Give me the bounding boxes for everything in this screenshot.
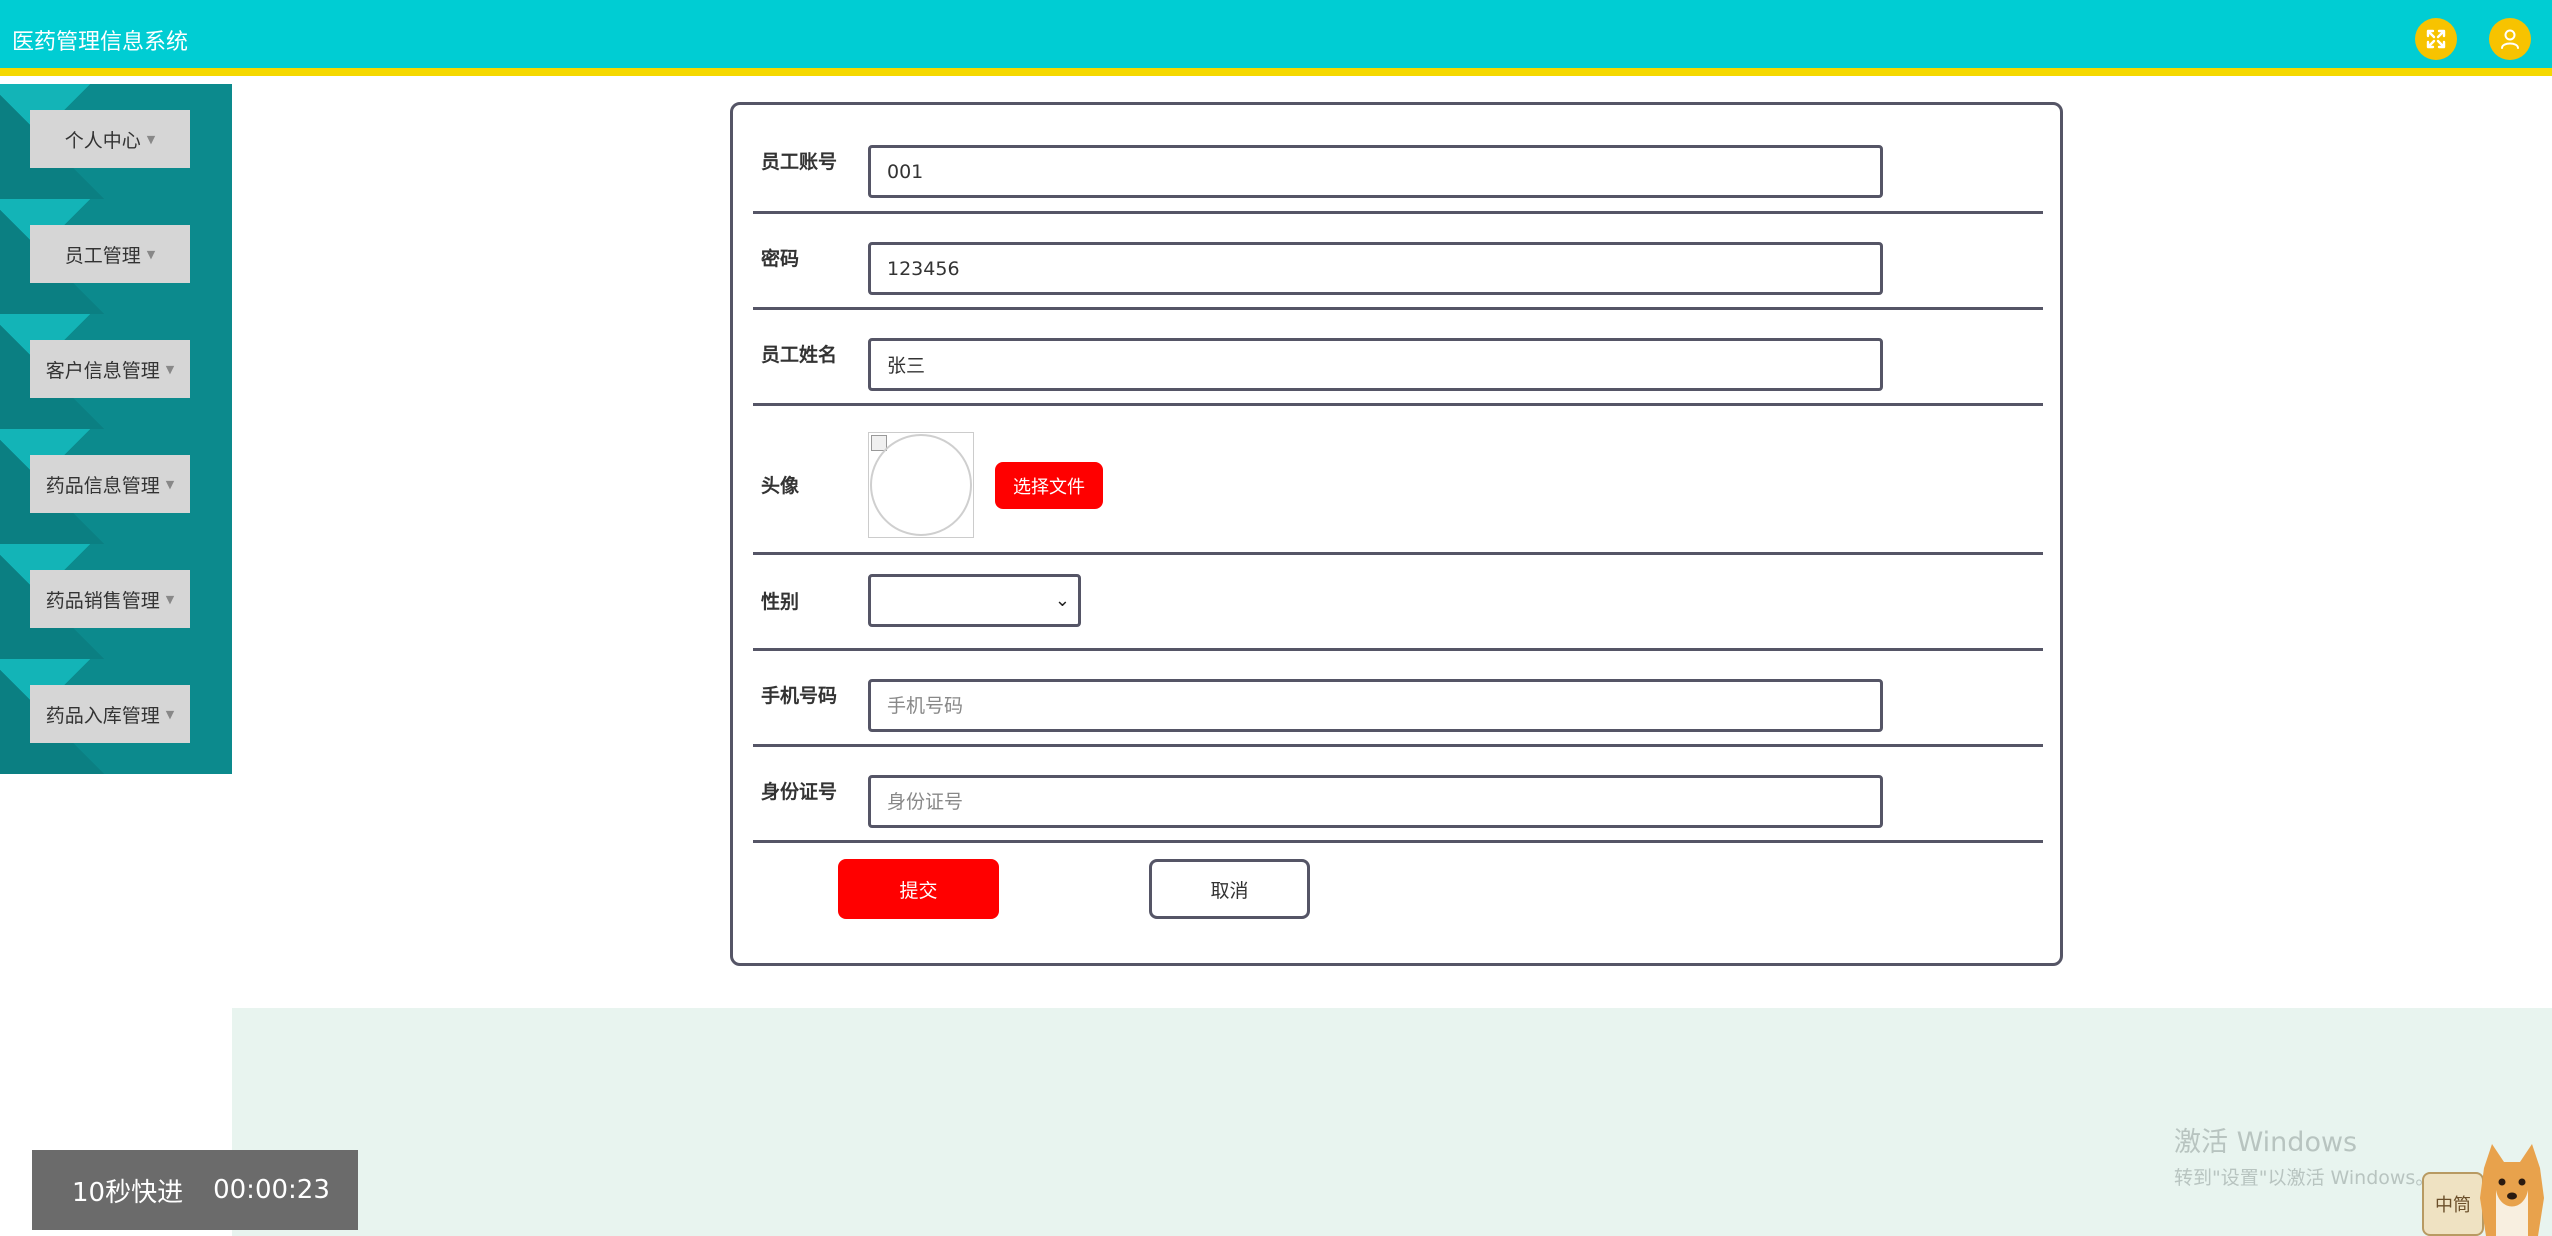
sidebar-item-label: 药品入库管理 xyxy=(45,704,160,727)
fast-forward-label: 10秒快进 xyxy=(72,1177,184,1208)
dog-icon xyxy=(2480,1144,2544,1236)
user-menu-button[interactable] xyxy=(2489,18,2531,60)
fullscreen-icon xyxy=(2426,29,2446,49)
chevron-down-icon: ⌄ xyxy=(1054,590,1070,611)
form-row-password: 密码 xyxy=(753,214,2043,310)
sidebar-item-label: 药品销售管理 xyxy=(45,589,160,612)
password-input[interactable] xyxy=(868,242,1883,295)
sidebar-block: 员工管理 ▼ xyxy=(0,199,232,314)
caret-down-icon: ▼ xyxy=(165,707,175,721)
cancel-button[interactable]: 取消 xyxy=(1149,859,1310,919)
user-icon xyxy=(2501,29,2519,49)
form-row-id-card: 身份证号 xyxy=(753,747,2043,843)
watermark-line1: 激活 Windows xyxy=(2174,1127,2358,1158)
fullscreen-button[interactable] xyxy=(2415,18,2457,60)
form-row-account: 员工账号 xyxy=(753,105,2043,214)
sidebar-block: 个人中心 ▼ xyxy=(0,84,232,199)
playback-overlay: 10秒快进 00:00:23 xyxy=(32,1150,358,1230)
submit-button[interactable]: 提交 xyxy=(838,859,999,919)
phone-label: 手机号码 xyxy=(761,685,838,707)
sidebar-item-drug-sales-management[interactable]: 药品销售管理 ▼ xyxy=(30,570,190,628)
gender-label: 性别 xyxy=(761,591,800,613)
form-row-name: 员工姓名 xyxy=(753,310,2043,406)
caret-down-icon: ▼ xyxy=(165,362,175,376)
sidebar-item-label: 个人中心 xyxy=(64,129,141,152)
avatar-label: 头像 xyxy=(761,475,800,497)
playback-time: 00:00:23 xyxy=(213,1175,330,1205)
form-row-gender: 性别 ⌄ xyxy=(753,555,2043,651)
caret-down-icon: ▼ xyxy=(165,592,175,606)
sidebar-item-customer-management[interactable]: 客户信息管理 ▼ xyxy=(30,340,190,398)
sidebar-item-drug-info-management[interactable]: 药品信息管理 ▼ xyxy=(30,455,190,513)
caret-down-icon: ▼ xyxy=(146,132,156,146)
sidebar-block: 药品信息管理 ▼ xyxy=(0,429,232,544)
password-label: 密码 xyxy=(761,248,800,270)
choose-file-button[interactable]: 选择文件 xyxy=(995,462,1103,509)
top-header: 医药管理信息系统 xyxy=(0,0,2552,76)
account-input[interactable] xyxy=(868,145,1883,198)
sidebar-item-drug-stock-management[interactable]: 药品入库管理 ▼ xyxy=(30,685,190,743)
account-label: 员工账号 xyxy=(761,151,838,173)
sidebar-item-label: 客户信息管理 xyxy=(45,359,160,382)
sidebar-item-employee-management[interactable]: 员工管理 ▼ xyxy=(30,225,190,283)
employee-form: 员工账号 密码 员工姓名 头像 选择文件 性别 ⌄ 手机号码 身份证号 提交 取… xyxy=(730,102,2063,966)
id-card-label: 身份证号 xyxy=(761,781,838,803)
name-label: 员工姓名 xyxy=(761,344,838,366)
app-title: 医药管理信息系统 xyxy=(12,30,189,55)
form-row-phone: 手机号码 xyxy=(753,651,2043,747)
gender-select[interactable]: ⌄ xyxy=(868,574,1081,627)
avatar-preview xyxy=(868,432,974,538)
sidebar-item-label: 药品信息管理 xyxy=(45,474,160,497)
sidebar-item-personal-center[interactable]: 个人中心 ▼ xyxy=(30,110,190,168)
name-input[interactable] xyxy=(868,338,1883,391)
watermark-line2: 转到"设置"以激活 Windows。 xyxy=(2174,1167,2435,1189)
desktop-pet[interactable]: 中筒 xyxy=(2422,1138,2552,1236)
id-card-input[interactable] xyxy=(868,775,1883,828)
windows-activation-watermark: 激活 Windows 转到"设置"以激活 Windows。 xyxy=(2174,1120,2434,1190)
form-row-avatar: 头像 选择文件 xyxy=(753,406,2043,555)
sidebar-block: 药品销售管理 ▼ xyxy=(0,544,232,659)
caret-down-icon: ▼ xyxy=(165,477,175,491)
sidebar-block: 药品入库管理 ▼ xyxy=(0,659,232,774)
phone-input[interactable] xyxy=(868,679,1883,732)
avatar-circle xyxy=(870,434,972,536)
sidebar-block: 客户信息管理 ▼ xyxy=(0,314,232,429)
caret-down-icon: ▼ xyxy=(146,247,156,261)
sidebar-item-label: 员工管理 xyxy=(64,244,141,267)
sidebar: 个人中心 ▼ 员工管理 ▼ 客户信息管理 ▼ 药品信息管理 ▼ 药品销售管理 ▼ xyxy=(0,84,232,774)
